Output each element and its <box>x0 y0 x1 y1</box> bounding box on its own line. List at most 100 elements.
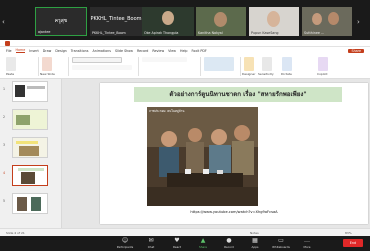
participant-name: Oke Apirak Thongpla <box>144 31 179 35</box>
dictate-icon[interactable] <box>282 57 292 71</box>
end-meeting-button[interactable]: End <box>343 239 363 247</box>
participant-face <box>328 12 339 25</box>
thumbnail-number: 3 <box>3 143 6 147</box>
tab-animations[interactable]: Animations <box>92 49 111 53</box>
designer-label: Designer <box>242 72 256 76</box>
more-icon: … <box>304 237 310 244</box>
participants-button[interactable]: ☺ Participants <box>112 237 138 249</box>
ribbon-separator <box>138 57 139 76</box>
status-bar: Slide 4 of 21 Notes 83% <box>0 228 370 236</box>
video-link[interactable]: https://www.youtube.com/watch?v=Xhg9oFcs… <box>100 210 368 214</box>
designer-icon[interactable] <box>244 57 254 71</box>
participant-name: ajantee <box>38 30 51 34</box>
new-slide-label: New Slide <box>40 72 55 76</box>
participant-tile[interactable]: Pupun KaseSang <box>249 7 299 36</box>
new-slide-icon[interactable] <box>42 57 52 71</box>
record-button[interactable]: ● Record <box>216 237 242 249</box>
slide-thumbnail[interactable] <box>12 193 48 214</box>
slide-title[interactable]: ตัวอย่างการ์ตูนนิทานชาดก เรื่อง "สหายรัก… <box>134 87 342 102</box>
tab-view[interactable]: View <box>168 49 176 53</box>
slide-photo[interactable]: ภาพประกอบ: คนในหมู่บ้าน <box>147 107 258 206</box>
copilot-icon[interactable] <box>318 57 328 71</box>
zoom-level[interactable]: 83% <box>345 231 352 235</box>
font-format-buttons[interactable] <box>72 65 132 70</box>
tab-home[interactable]: Home <box>15 48 26 53</box>
zoom-controls-bar: ☺ Participants ✉ Chat ♥ React ▲ Share ● … <box>0 236 370 251</box>
chat-label: Chat <box>147 245 155 249</box>
current-slide[interactable]: ตัวอย่างการ์ตูนนิทานชาดก เรื่อง "สหายรัก… <box>100 83 368 224</box>
ribbon-separator <box>68 57 69 76</box>
gallery-prev-icon[interactable]: ‹ <box>2 18 5 26</box>
react-button[interactable]: ♥ React <box>164 237 190 249</box>
tab-record[interactable]: Record <box>137 49 148 53</box>
gallery-next-icon[interactable]: › <box>357 18 360 26</box>
participant-big-name: PKKHL_Tintee_Boom <box>90 16 142 22</box>
participant-tile[interactable]: ครูสุข ajantee <box>35 7 87 36</box>
slide-thumbnails: 1 2 3 4 5 <box>0 79 62 228</box>
share-screen-button[interactable]: ▲ Share <box>190 237 216 249</box>
slide-thumbnail[interactable] <box>12 137 48 158</box>
participant-tile[interactable]: PKKHL_Tintee_Boom PKKHL_Tintee_Boom <box>90 7 142 36</box>
photo-caption: ภาพประกอบ: คนในหมู่บ้าน <box>149 109 185 113</box>
tab-foxit-pdf[interactable]: Foxit PDF <box>192 49 207 53</box>
chat-button[interactable]: ✉ Chat <box>138 237 164 249</box>
thumbnail-number: 4 <box>3 171 6 175</box>
participant-name: Pupun KaseSang <box>251 31 279 35</box>
paragraph-buttons[interactable] <box>142 57 187 62</box>
share-label: Share <box>198 245 208 249</box>
slide-thumbnail-selected[interactable] <box>12 165 48 186</box>
powerpoint-window: File Home Insert Draw Design Transitions… <box>0 40 370 236</box>
participant-face <box>162 11 174 25</box>
ribbon: Paste New Slide Designer Sensitivity Dic… <box>0 54 370 79</box>
font-name-select[interactable] <box>72 57 122 63</box>
ribbon-separator <box>200 57 201 76</box>
participants-label: Participants <box>116 245 134 249</box>
tab-help[interactable]: Help <box>180 49 188 53</box>
apps-button[interactable]: ▦ Apps <box>242 237 268 249</box>
editor-body: 1 2 3 4 5 ตัวอย่างการ์ตูนนิทานชาดก เรื่อ… <box>0 79 370 228</box>
ribbon-tabs: File Home Insert Draw Design Transitions… <box>0 47 370 54</box>
paste-label: Paste <box>6 72 15 76</box>
villagers-illustration <box>147 107 258 206</box>
thumbnail-number: 5 <box>3 199 6 203</box>
paste-icon[interactable] <box>6 57 16 71</box>
participant-big-name: ครูสุข <box>54 18 68 24</box>
ribbon-separator <box>240 57 241 76</box>
participant-tile[interactable]: Oke Apirak Thongpla <box>142 7 194 36</box>
thumbnail-number: 1 <box>3 87 6 91</box>
slide-canvas: ตัวอย่างการ์ตูนนิทานชาดก เรื่อง "สหายรัก… <box>62 79 370 228</box>
chat-icon: ✉ <box>148 237 154 244</box>
zoom-gallery: ‹ ครูสุข ajantee PKKHL_Tintee_Boom PKKHL… <box>0 0 370 40</box>
sensitivity-icon[interactable] <box>262 57 272 71</box>
apps-icon: ▦ <box>252 237 258 244</box>
sensitivity-label: Sensitivity <box>258 72 274 76</box>
slide-thumbnail[interactable] <box>12 81 48 102</box>
ribbon-separator <box>38 57 39 76</box>
participant-tile[interactable]: Sutthinee ... <box>302 7 352 36</box>
tab-design[interactable]: Design <box>55 49 66 53</box>
tab-insert[interactable]: Insert <box>29 49 38 53</box>
share-button[interactable]: Share <box>348 48 364 53</box>
record-label: Record <box>224 245 234 249</box>
slide-thumbnail[interactable] <box>12 109 48 130</box>
tab-transitions[interactable]: Transitions <box>71 49 89 53</box>
tab-file[interactable]: File <box>6 49 12 53</box>
drawing-shapes-icon[interactable] <box>204 57 234 71</box>
share-screen-icon: ▲ <box>200 237 206 244</box>
participant-face <box>312 13 322 25</box>
tab-slide-show[interactable]: Slide Show <box>115 49 133 53</box>
slide-counter: Slide 4 of 21 <box>6 231 25 235</box>
whiteboards-button[interactable]: ▭ Whiteboards <box>268 237 294 249</box>
thumbnail-number: 2 <box>3 115 6 119</box>
participants-icon: ☺ <box>121 237 129 244</box>
tab-review[interactable]: Review <box>152 49 164 53</box>
notes-button[interactable]: Notes <box>250 231 259 235</box>
more-button[interactable]: … More <box>294 237 320 249</box>
react-label: React <box>173 245 181 249</box>
participant-tile[interactable]: Kanitha Nakyal <box>196 7 246 36</box>
participant-name: PKKHL_Tintee_Boom <box>92 31 126 35</box>
tab-draw[interactable]: Draw <box>43 49 52 53</box>
record-icon: ● <box>226 237 232 244</box>
react-icon: ♥ <box>174 237 180 244</box>
participant-face <box>214 12 227 27</box>
